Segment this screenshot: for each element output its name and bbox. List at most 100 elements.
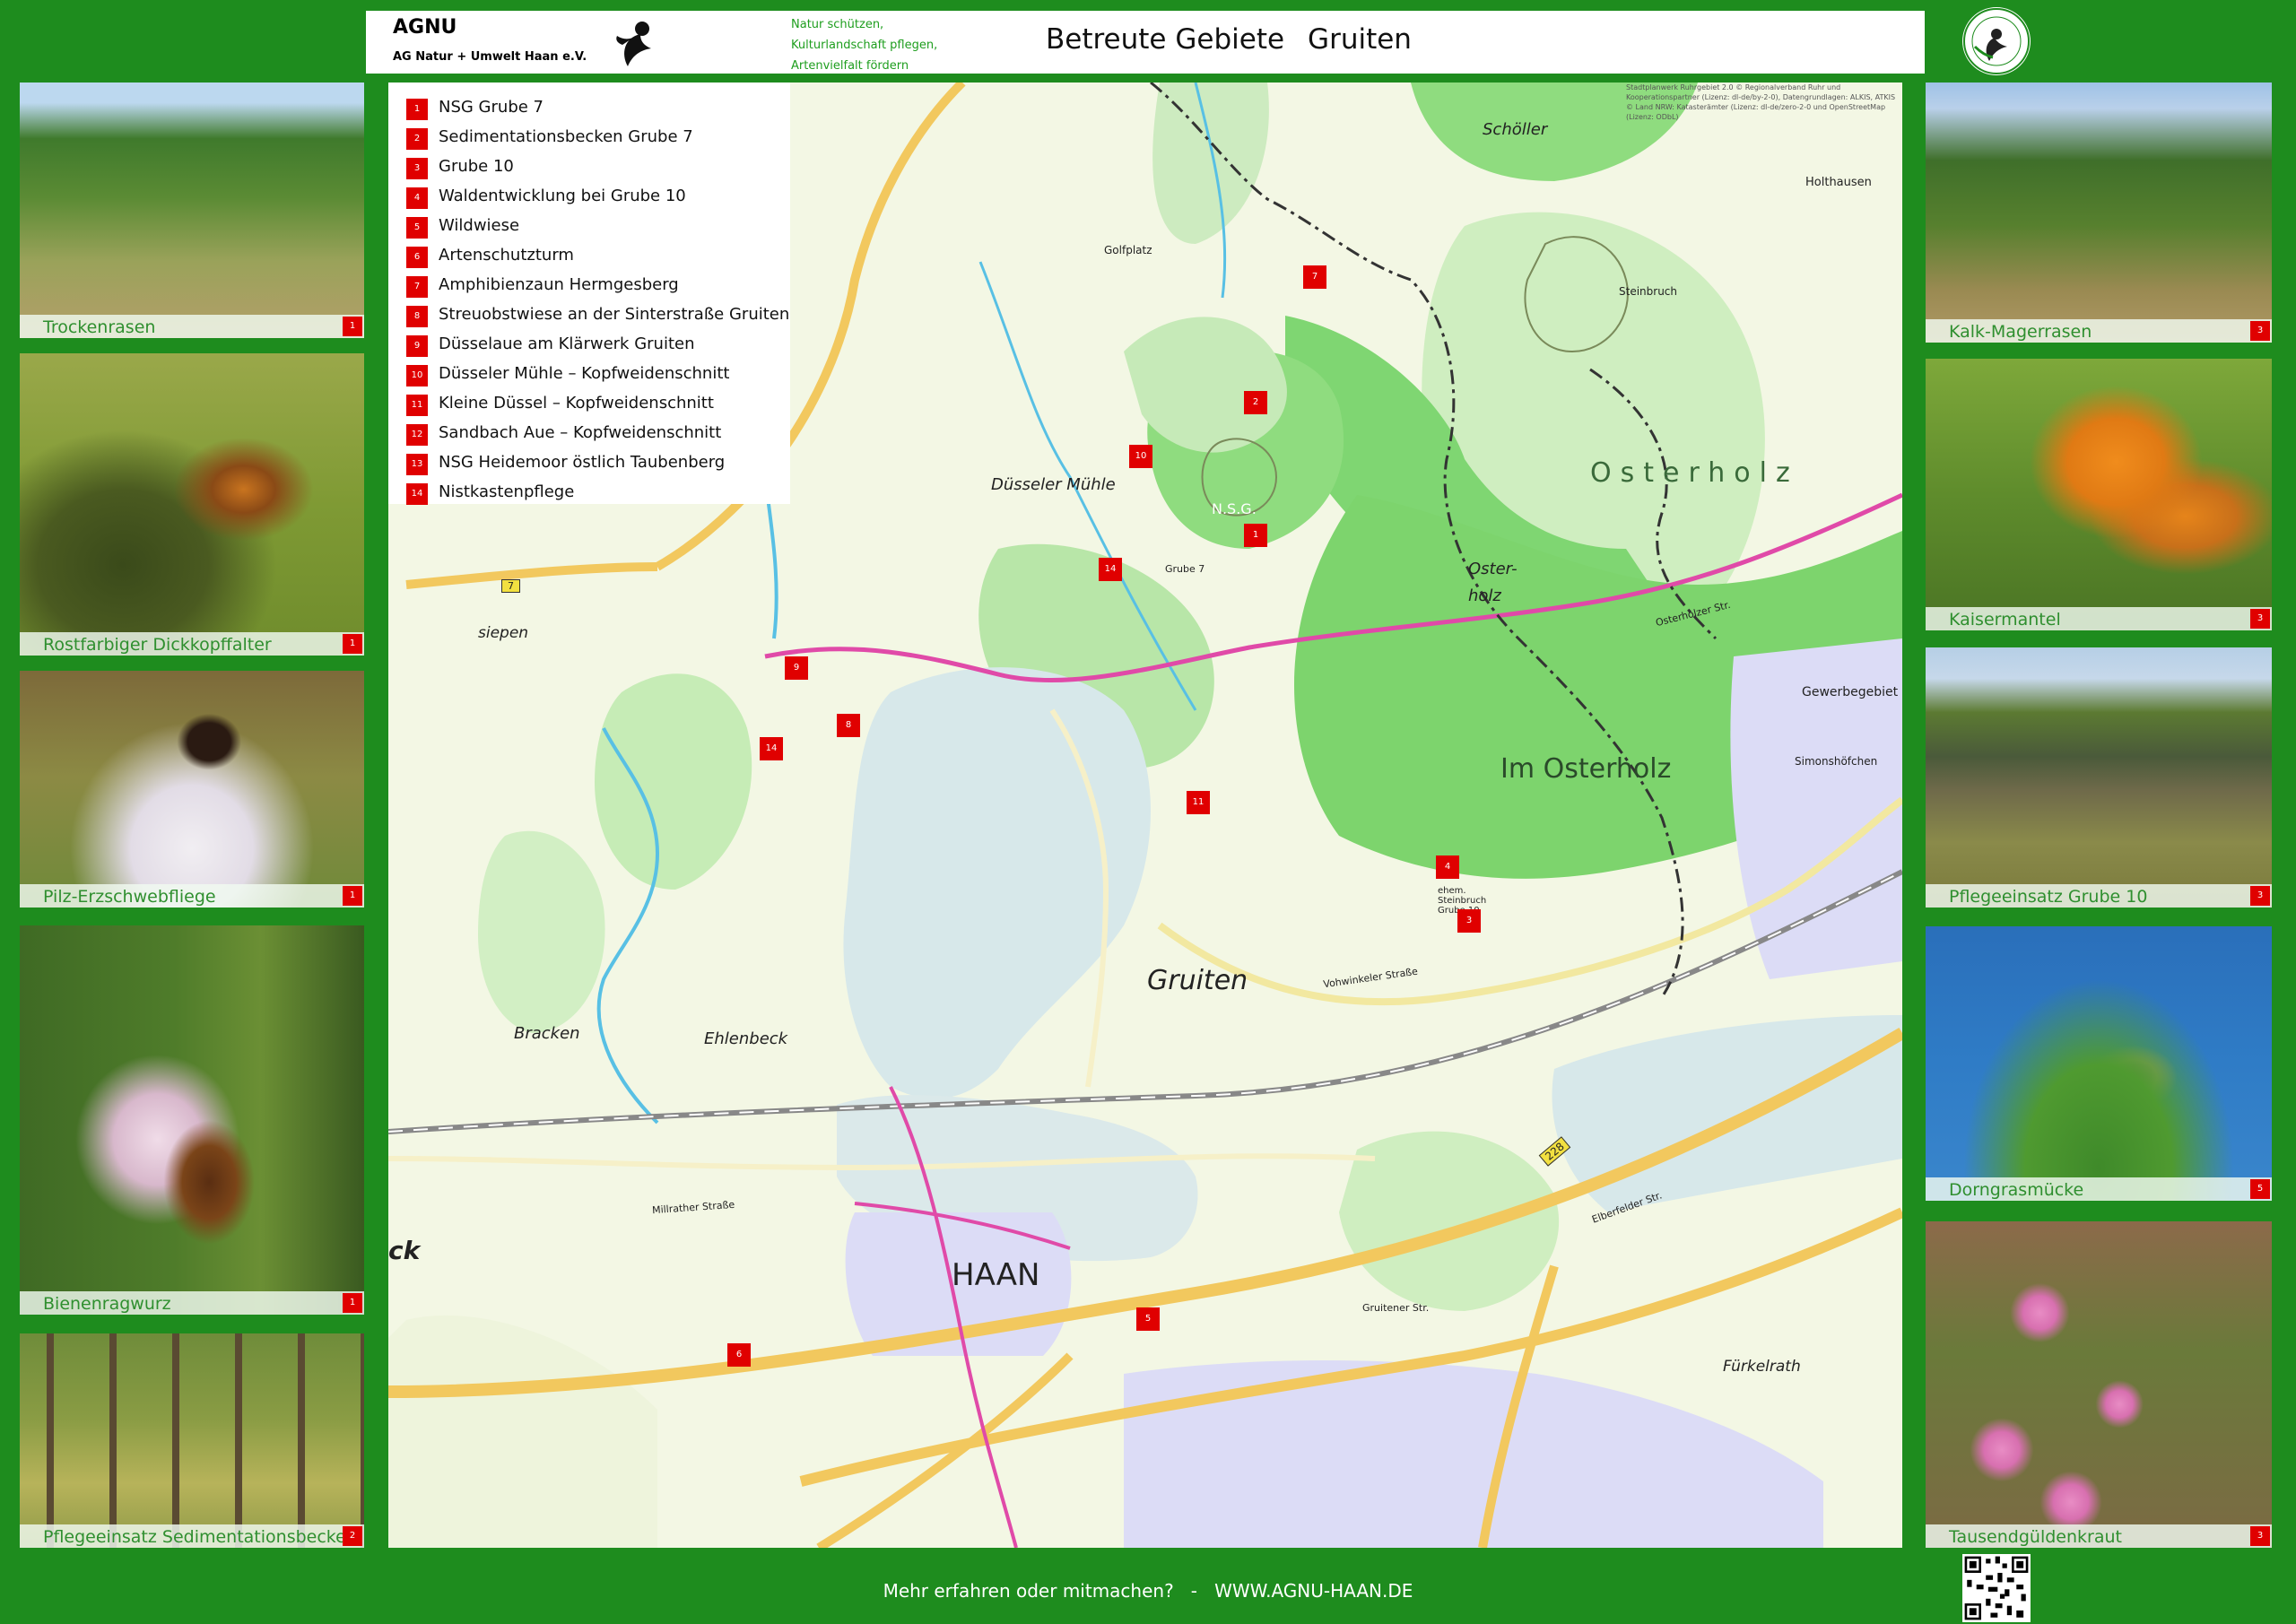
photo-bienenragwurz <box>20 925 364 1315</box>
photo-caption: Pflegeeinsatz Grube 10 <box>1949 887 2148 907</box>
photo-number-badge: 1 <box>343 317 362 336</box>
legend-number-badge: 13 <box>406 454 428 475</box>
legend-number-badge: 7 <box>406 276 428 298</box>
legend-number-badge: 11 <box>406 395 428 416</box>
legend-number-badge: 3 <box>406 158 428 179</box>
map-marker[interactable]: 11 <box>1187 791 1210 814</box>
place-label-osterholz: Osterholz <box>1590 457 1799 489</box>
photo-number-badge: 3 <box>2250 1526 2270 1546</box>
photo-card: Tausendgüldenkraut 3 <box>1926 1221 2272 1548</box>
map-marker[interactable]: 2 <box>1244 391 1267 414</box>
place-label-grube7: Grube 7 <box>1165 563 1205 575</box>
place-label-steinbruch: Steinbruch <box>1619 285 1678 298</box>
legend-number-badge: 5 <box>406 217 428 239</box>
legend-label: Waldentwicklung bei Grube 10 <box>439 187 686 205</box>
photo-caption: Rostfarbiger Dickkopffalter <box>43 635 272 655</box>
photo-caption: Pilz-Erzschwebfliege <box>43 887 216 907</box>
photo-kaisermantel <box>1926 359 2272 630</box>
page-title: Betreute Gebiete Gruiten <box>1046 23 1435 56</box>
photo-trockenrasen <box>20 83 364 338</box>
photo-number-badge: 1 <box>343 886 362 906</box>
photo-card: Kaisermantel 3 <box>1926 359 2272 630</box>
photo-number-badge: 1 <box>343 634 362 654</box>
photo-kalk-magerrasen <box>1926 83 2272 343</box>
legend-label: Wildwiese <box>439 216 520 235</box>
photo-card: Rostfarbiger Dickkopffalter 1 <box>20 353 364 656</box>
photo-pflegeeinsatz-grube-10 <box>1926 647 2272 908</box>
place-label-ck: ck <box>388 1236 421 1265</box>
place-label-siepen: siepen <box>478 624 529 642</box>
photo-caption: Dorngrasmücke <box>1949 1180 2084 1200</box>
legend-number-badge: 1 <box>406 99 428 120</box>
legend-number-badge: 10 <box>406 365 428 386</box>
map-marker[interactable]: 8 <box>837 714 860 737</box>
photo-caption: Tausendgüldenkraut <box>1949 1527 2122 1547</box>
legend-label: Grube 10 <box>439 157 514 176</box>
photo-caption: Kaisermantel <box>1949 610 2061 630</box>
slogan-line: Artenvielfalt fördern <box>791 59 909 73</box>
legend-number-badge: 2 <box>406 128 428 150</box>
photo-card: Pilz-Erzschwebfliege 1 <box>20 671 364 908</box>
legend-label: Sedimentationsbecken Grube 7 <box>439 127 693 146</box>
photo-caption: Pflegeeinsatz Sedimentationsbecken <box>43 1527 357 1547</box>
map-marker[interactable]: 9 <box>785 656 808 680</box>
photo-caption: Bienenragwurz <box>43 1294 171 1314</box>
street-label-gruitener: Gruitener Str. <box>1362 1302 1430 1314</box>
photo-number-badge: 5 <box>2250 1179 2270 1199</box>
place-label-gruiten: Gruiten <box>1147 965 1248 996</box>
bird-logo-icon <box>616 22 651 66</box>
legend-number-badge: 4 <box>406 187 428 209</box>
place-label-duesseler-muehle: Düsseler Mühle <box>991 475 1116 494</box>
header-box: AGNU AG Natur + Umwelt Haan e.V. Natur s… <box>366 11 1925 74</box>
legend-number-badge: 6 <box>406 247 428 268</box>
photo-card: Trockenrasen 1 <box>20 83 364 338</box>
map-marker[interactable]: 4 <box>1436 855 1459 879</box>
photo-tausendgueldenkraut <box>1926 1221 2272 1548</box>
place-label-ehlenbeck: Ehlenbeck <box>704 1029 788 1048</box>
place-label-im-osterholz: Im Osterholz <box>1500 753 1672 785</box>
photo-card: Pflegeeinsatz Grube 10 3 <box>1926 647 2272 908</box>
photo-number-badge: 3 <box>2250 609 2270 629</box>
map-attribution: Stadtplanwerk Ruhrgebiet 2.0 © Regionalv… <box>1626 83 1896 121</box>
photo-card: Kalk-Magerrasen 3 <box>1926 83 2272 343</box>
legend-label: Streuobstwiese an der Sinterstraße Gruit… <box>439 305 790 324</box>
photo-caption: Kalk-Magerrasen <box>1949 322 2092 342</box>
place-label-bracken: Bracken <box>514 1024 580 1043</box>
page-title-right: Gruiten <box>1308 23 1412 56</box>
legend-label: Sandbach Aue – Kopfweidenschnitt <box>439 423 722 442</box>
map-marker[interactable]: 14 <box>1099 558 1122 581</box>
photo-number-badge: 3 <box>2250 886 2270 906</box>
legend-number-badge: 12 <box>406 424 428 446</box>
map-marker[interactable]: 10 <box>1129 445 1152 468</box>
slogan-line: Kulturlandschaft pflegen, <box>791 39 938 52</box>
place-label-furkelrath: Fürkelrath <box>1723 1358 1801 1376</box>
place-label-scholler: Schöller <box>1483 120 1548 139</box>
place-label-nsg: N.S.G. <box>1212 500 1257 517</box>
place-label-simonshoefchen: Simonshöfchen <box>1795 755 1878 768</box>
slogan-line: Natur schützen, <box>791 18 884 31</box>
qr-code-icon[interactable] <box>1962 1554 2031 1622</box>
org-name: AGNU <box>393 16 457 39</box>
photo-number-badge: 1 <box>343 1293 362 1313</box>
footer-link-text[interactable]: Mehr erfahren oder mitmachen? - WWW.AGNU… <box>0 1580 2296 1602</box>
photo-caption: Trockenrasen <box>43 317 156 337</box>
legend-number-badge: 8 <box>406 306 428 327</box>
map-marker[interactable]: 5 <box>1136 1307 1160 1331</box>
map-marker[interactable]: 3 <box>1457 909 1481 933</box>
photo-dorngrasmuecke <box>1926 926 2272 1201</box>
place-label-haan: HAAN <box>952 1257 1040 1293</box>
legend-label: NSG Grube 7 <box>439 98 544 117</box>
org-full-name: AG Natur + Umwelt Haan e.V. <box>393 50 587 64</box>
photo-number-badge: 3 <box>2250 321 2270 341</box>
legend-label: Kleine Düssel – Kopfweidenschnitt <box>439 394 714 413</box>
photo-card: Bienenragwurz 1 <box>20 925 364 1315</box>
place-label-gewerbegebiet: Gewerbegebiet <box>1802 685 1899 699</box>
legend-label: Amphibienzaun Hermgesberg <box>439 275 679 294</box>
map-marker[interactable]: 14 <box>760 737 783 760</box>
map-marker[interactable]: 1 <box>1244 524 1267 547</box>
legend-label: Nistkastenpflege <box>439 482 575 501</box>
photo-number-badge: 2 <box>343 1526 362 1546</box>
place-label-golfplatz: Golfplatz <box>1104 244 1152 256</box>
map-marker[interactable]: 6 <box>727 1343 751 1367</box>
map-marker[interactable]: 7 <box>1303 265 1326 289</box>
